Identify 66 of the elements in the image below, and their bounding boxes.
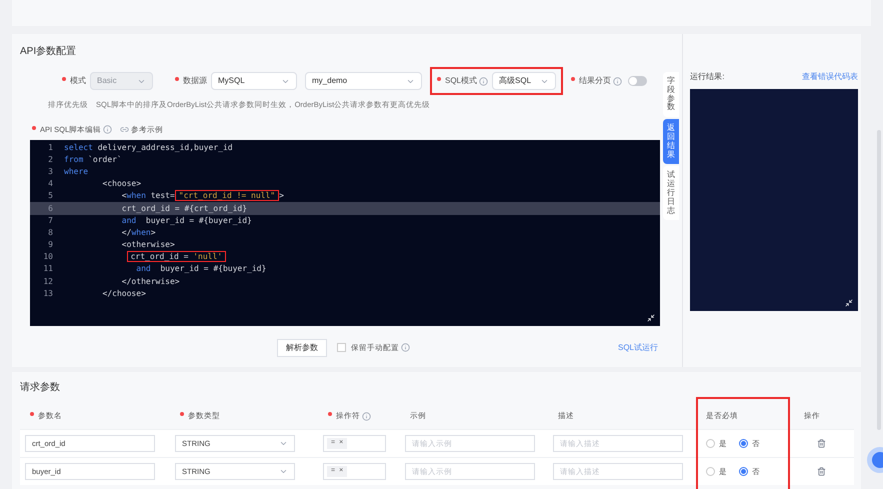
line-number: 9 (47, 239, 54, 252)
line-number: 3 (47, 166, 54, 178)
info-icon (479, 76, 488, 86)
section-title: API参数配置 (20, 44, 78, 59)
line-number: 7 (47, 214, 54, 227)
field-label: SQL模式 (437, 75, 488, 87)
info-icon (401, 343, 410, 352)
required-icon (437, 77, 441, 81)
select-field[interactable]: MySQL (211, 72, 297, 90)
line-number: 5 (47, 190, 54, 202)
line-number: 13 (42, 288, 54, 300)
radio-button[interactable] (706, 439, 715, 448)
radio-button[interactable] (739, 467, 748, 476)
line-number: 4 (47, 178, 54, 190)
line-number: 10 (42, 251, 54, 264)
collapse-icon[interactable] (647, 314, 655, 322)
code-line: crt_ord_id = #{crt_ord_id} (120, 202, 248, 215)
delete-icon[interactable] (817, 467, 826, 476)
line-number: 12 (42, 276, 54, 288)
code-line: <choose> (102, 178, 142, 190)
code-editor[interactable] (30, 140, 660, 326)
link-icon (120, 125, 130, 134)
code-line: <when test= "crt_ord_id != null" > (120, 190, 284, 202)
radio-button[interactable] (706, 467, 715, 476)
field-label: 数据源 (175, 75, 207, 87)
required-icon (571, 77, 576, 81)
line-number: 2 (47, 154, 54, 166)
parse-button[interactable]: 解析参数 (277, 338, 327, 356)
delete-icon[interactable] (817, 439, 826, 448)
collapse-icon[interactable] (845, 299, 854, 307)
info-icon (103, 125, 112, 134)
line-number: 11 (42, 263, 54, 276)
select-field[interactable]: my_demo (305, 72, 422, 90)
code-line: where (63, 166, 88, 178)
required-icon (175, 77, 179, 81)
side-tab[interactable]: 字段参数 (663, 72, 680, 118)
result-label: 运行结果: (690, 71, 724, 83)
line-number: 1 (47, 142, 54, 154)
section-title: 请求参数 (20, 380, 61, 395)
code-line: </otherwise> (120, 276, 180, 288)
code-line: <otherwise> (120, 239, 175, 252)
toggle-switch[interactable] (628, 76, 648, 86)
required-icon (62, 77, 66, 81)
line-number: 6 (47, 202, 54, 215)
info-icon (613, 76, 622, 86)
field-label: 结果分页 (571, 75, 622, 87)
radio-button[interactable] (739, 439, 748, 448)
code-line: and buyer_id = #{buyer_id} (135, 263, 266, 276)
checkbox[interactable] (337, 343, 346, 352)
line-number: 8 (47, 226, 54, 239)
chevron-icon (279, 467, 288, 476)
code-line: </when> (120, 226, 156, 239)
select-field[interactable]: 高级SQL (492, 72, 556, 90)
code-line: and buyer_id = #{buyer_id} (120, 214, 252, 227)
info-icon (362, 412, 371, 420)
required-icon (180, 412, 184, 416)
code-line: </choose> (102, 288, 146, 300)
side-tab[interactable]: 返回结果 (663, 119, 680, 164)
required-icon (30, 412, 34, 416)
required-icon (328, 412, 332, 416)
required-icon (32, 126, 36, 130)
side-tab[interactable]: 试运行日志 (663, 166, 680, 220)
chevron-icon (279, 439, 288, 448)
code-line: from `order` (63, 154, 122, 166)
code-line: select delivery_address_id,buyer_id (63, 142, 233, 154)
field-label: 模式 (62, 75, 86, 87)
